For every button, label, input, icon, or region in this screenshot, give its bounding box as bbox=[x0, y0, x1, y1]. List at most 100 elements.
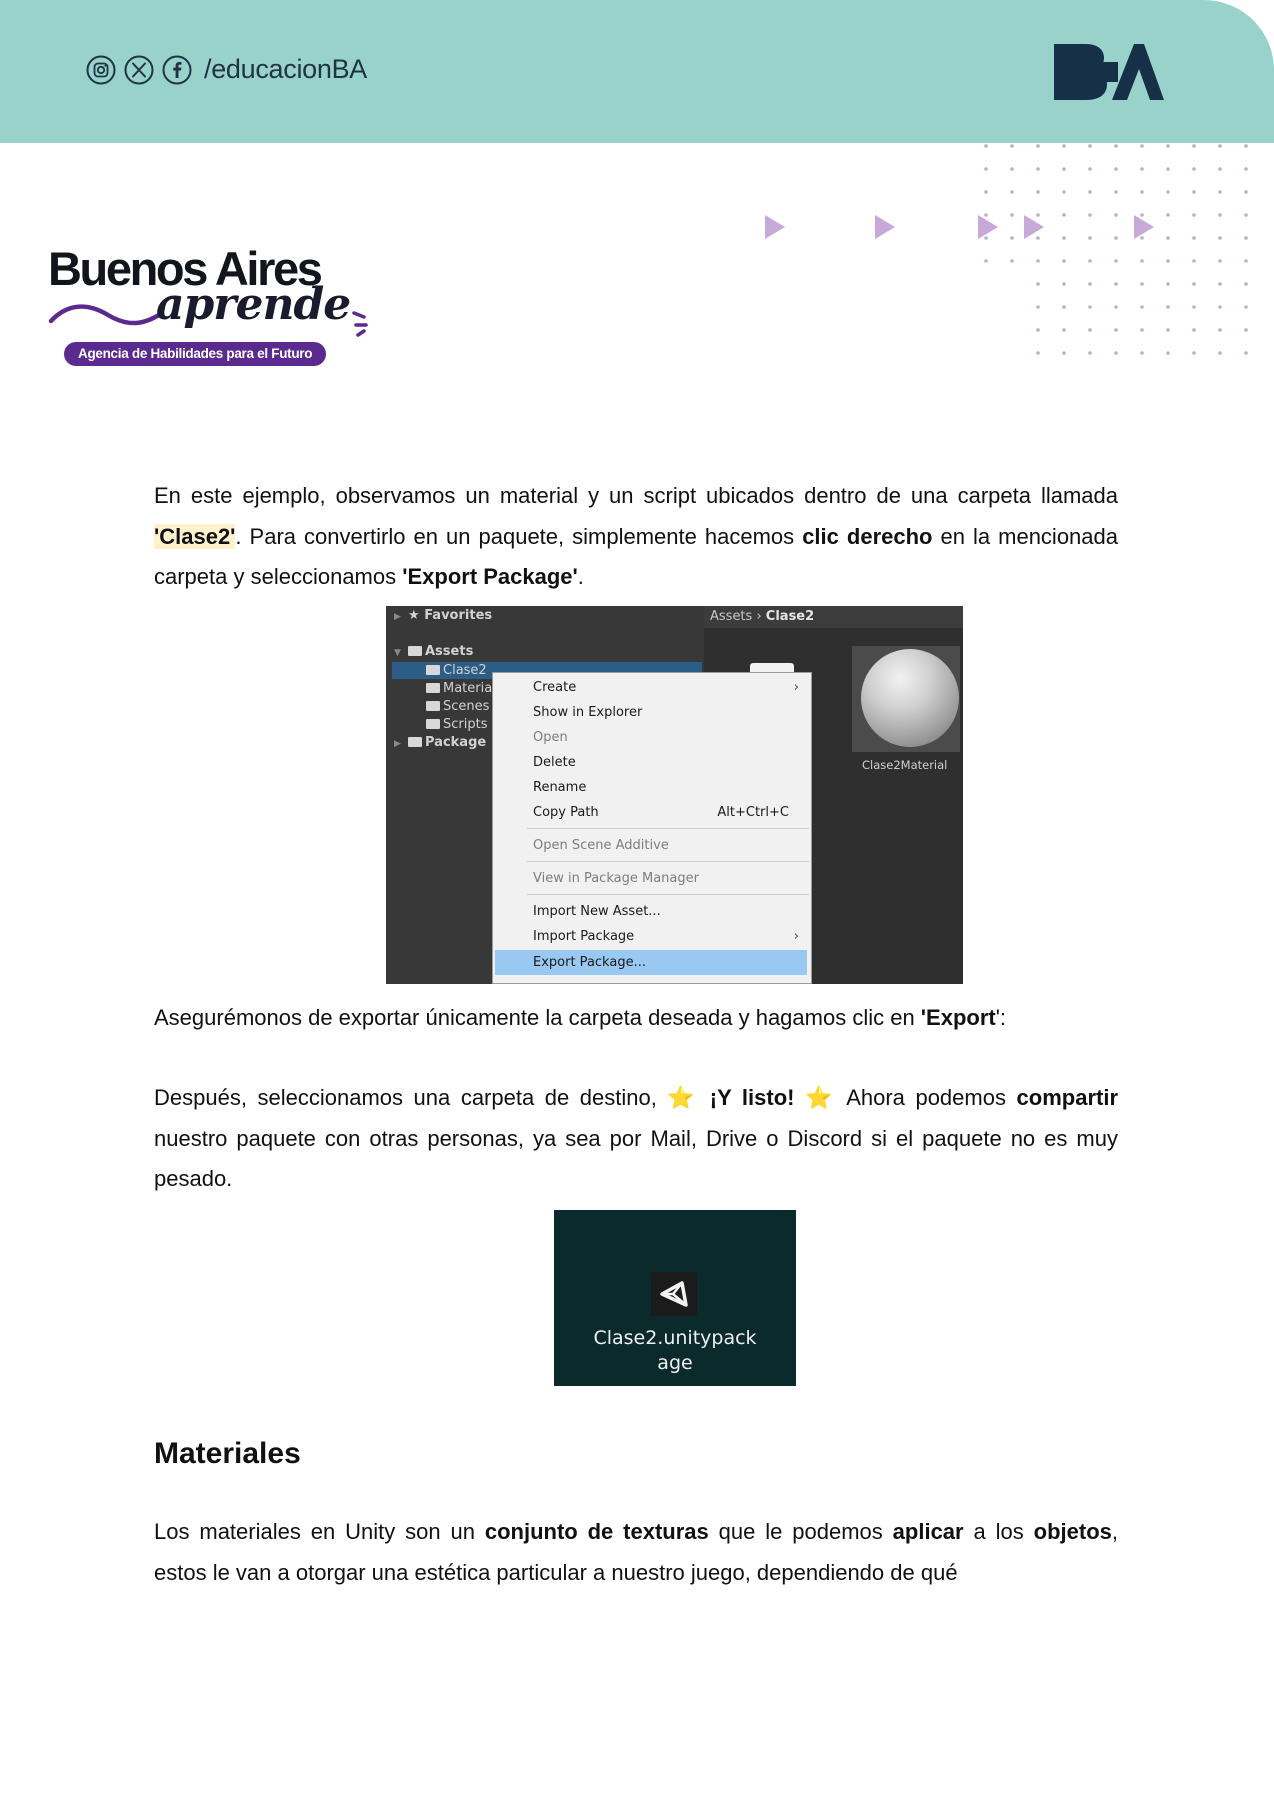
decor-dot bbox=[1218, 305, 1222, 309]
instagram-icon[interactable] bbox=[86, 55, 116, 85]
paragraph-export-instruction: Asegurémonos de exportar únicamente la c… bbox=[154, 998, 1118, 1039]
decor-dot bbox=[1114, 351, 1118, 355]
menu-item-rename[interactable]: Rename bbox=[493, 775, 811, 800]
breadcrumb-current[interactable]: Clase2 bbox=[766, 609, 814, 624]
tree-folder-scenes[interactable]: Scenes bbox=[426, 698, 489, 715]
text-run: Asegurémonos de exportar únicamente la c… bbox=[154, 1005, 921, 1030]
decor-dot bbox=[1088, 305, 1092, 309]
decor-dot bbox=[1218, 144, 1222, 148]
decor-dot bbox=[1088, 328, 1092, 332]
text-run: que le podemos bbox=[708, 1519, 893, 1544]
decor-dot bbox=[1010, 167, 1014, 171]
decor-dot bbox=[1218, 167, 1222, 171]
folder-icon bbox=[426, 701, 440, 711]
tree-assets[interactable]: ▼ Assets bbox=[394, 643, 473, 662]
tree-packages[interactable]: ▶ Package bbox=[394, 734, 486, 753]
menu-item-import-package[interactable]: Import Package › bbox=[493, 924, 811, 949]
decor-dot bbox=[1140, 144, 1144, 148]
decor-dot bbox=[1140, 259, 1144, 263]
menu-separator bbox=[527, 861, 809, 862]
facebook-icon[interactable] bbox=[162, 55, 192, 85]
decor-dot bbox=[1140, 167, 1144, 171]
menu-item-view-in-package-manager[interactable]: View in Package Manager bbox=[493, 866, 811, 891]
menu-item-open-scene-additive[interactable]: Open Scene Additive bbox=[493, 833, 811, 858]
decor-dot bbox=[1166, 190, 1170, 194]
menu-item-copy-path[interactable]: Copy Path Alt+Ctrl+C bbox=[493, 800, 811, 825]
x-icon[interactable] bbox=[124, 55, 154, 85]
emphasis-text: conjunto de texturas bbox=[484, 1519, 709, 1544]
decor-dot bbox=[1140, 328, 1144, 332]
emphasis-text: 'Export Package' bbox=[402, 564, 578, 589]
decor-dot bbox=[1244, 167, 1248, 171]
decor-dot bbox=[1062, 351, 1066, 355]
breadcrumb-root[interactable]: Assets bbox=[710, 609, 752, 624]
decor-dot bbox=[1192, 305, 1196, 309]
decor-dot bbox=[1114, 282, 1118, 286]
emphasis-text: compartir bbox=[1016, 1085, 1119, 1110]
decor-dot bbox=[1140, 305, 1144, 309]
unity-project-window-screenshot: ▶ ★ Favorites ▼ Assets Clase2 Materia Scen… bbox=[386, 606, 963, 984]
decor-dot bbox=[1114, 328, 1118, 332]
emphasis-text: 'Export bbox=[920, 1005, 996, 1030]
arrow-pattern-decoration bbox=[765, 215, 1154, 239]
decor-dot bbox=[1036, 190, 1040, 194]
decor-dot bbox=[1036, 167, 1040, 171]
tree-folder-clase2[interactable]: Clase2 bbox=[426, 662, 487, 679]
buenos-aires-aprende-logo: Buenos Aires aprende Agencia de Habilida… bbox=[48, 245, 388, 370]
decor-dot bbox=[1218, 259, 1222, 263]
decor-dot bbox=[1140, 351, 1144, 355]
decor-dot bbox=[1192, 351, 1196, 355]
ba-city-logo bbox=[1054, 44, 1164, 100]
emphasis-text: 'Clase2' bbox=[154, 523, 236, 549]
tree-folder-materials[interactable]: Materia bbox=[426, 680, 492, 697]
decor-dot bbox=[1062, 328, 1066, 332]
decor-dot bbox=[1114, 167, 1118, 171]
decor-dot bbox=[1218, 351, 1222, 355]
folder-icon bbox=[408, 737, 422, 747]
paragraph-materiales: Los materiales en Unity son un conjunto … bbox=[154, 1512, 1118, 1593]
decor-dot bbox=[1088, 259, 1092, 263]
decor-dot bbox=[1166, 167, 1170, 171]
sphere-preview-icon bbox=[861, 649, 959, 747]
decor-dot bbox=[1166, 328, 1170, 332]
decor-dot bbox=[1166, 351, 1170, 355]
unitypackage-file-tile[interactable]: Clase2.unitypack age bbox=[554, 1210, 796, 1386]
brand-spark-icon bbox=[352, 311, 368, 337]
paragraph-destination: Después, seleccionamos una carpeta de de… bbox=[154, 1078, 1118, 1200]
decor-dot bbox=[1244, 236, 1248, 240]
paragraph-intro: En este ejemplo, observamos un material … bbox=[154, 476, 1118, 598]
decor-dot bbox=[1166, 213, 1170, 217]
file-name: Clase2.unitypack age bbox=[593, 1327, 757, 1374]
decor-dot bbox=[1244, 305, 1248, 309]
breadcrumb: Assets › Clase2 bbox=[704, 606, 963, 628]
decor-dot bbox=[1244, 213, 1248, 217]
decor-dot bbox=[1036, 259, 1040, 263]
decor-dot bbox=[1192, 328, 1196, 332]
menu-item-delete[interactable]: Delete bbox=[493, 750, 811, 775]
text-run: En este ejemplo, observamos un material … bbox=[154, 483, 1118, 508]
decor-dot bbox=[1088, 351, 1092, 355]
decor-dot bbox=[1244, 190, 1248, 194]
menu-item-show-in-explorer[interactable]: Show in Explorer bbox=[493, 700, 811, 725]
decor-dot bbox=[1192, 282, 1196, 286]
decor-dot bbox=[1218, 282, 1222, 286]
decor-dot bbox=[1244, 351, 1248, 355]
emphasis-text: ¡Y listo! bbox=[709, 1085, 795, 1110]
tree-favorites[interactable]: ▶ ★ Favorites bbox=[394, 607, 492, 626]
menu-item-import-new-asset[interactable]: Import New Asset... bbox=[493, 899, 811, 924]
decor-dot bbox=[1166, 282, 1170, 286]
decor-dot bbox=[1192, 236, 1196, 240]
tree-folder-scripts[interactable]: Scripts bbox=[426, 716, 487, 733]
emphasis-text: clic derecho bbox=[802, 523, 933, 549]
social-handle[interactable]: /educacionBA bbox=[204, 54, 367, 85]
decor-dot bbox=[1166, 144, 1170, 148]
menu-item-export-package[interactable]: Export Package... bbox=[495, 950, 807, 975]
material-thumbnail[interactable] bbox=[852, 646, 960, 752]
brand-tagline: Agencia de Habilidades para el Futuro bbox=[64, 342, 327, 366]
folder-icon bbox=[426, 719, 440, 729]
menu-item-create[interactable]: Create › bbox=[493, 675, 811, 700]
star-icon: ★ bbox=[408, 608, 420, 623]
decor-dot bbox=[1218, 190, 1222, 194]
text-run: ⭐ Ahora podemos bbox=[794, 1085, 1017, 1110]
menu-item-open[interactable]: Open bbox=[493, 725, 811, 750]
